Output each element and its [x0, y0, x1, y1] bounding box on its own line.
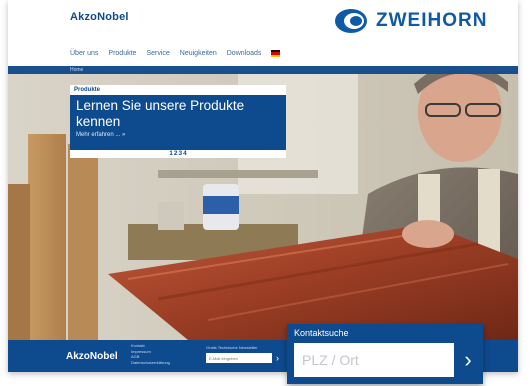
pager-page-3[interactable]: 3 [179, 150, 183, 158]
newsletter-email-input[interactable] [206, 353, 272, 363]
promo-pager: 1 2 3 4 [70, 150, 286, 158]
contact-search-title: Kontaktsuche [294, 328, 349, 338]
contact-search-panel: Kontaktsuche › [287, 324, 483, 384]
pager-page-4[interactable]: 4 [183, 150, 187, 158]
breadcrumb[interactable]: Home [70, 67, 83, 73]
contact-search-submit-arrow-icon[interactable]: › [459, 348, 477, 372]
nav-item-ueber-uns[interactable]: Über uns [70, 50, 98, 57]
breadcrumb-bar: Home [8, 66, 518, 74]
promo-box: Produkte Lernen Sie unsere Produkte kenn… [70, 85, 286, 157]
german-flag-icon[interactable] [271, 50, 281, 57]
pager-page-2[interactable]: 2 [174, 150, 178, 158]
browser-window: AkzoNobel ZWEIHORN Über uns Produkte Ser… [8, 0, 518, 372]
newsletter-submit-arrow-icon[interactable]: › [276, 353, 282, 363]
nav-item-produkte[interactable]: Produkte [108, 50, 136, 57]
promo-tab[interactable]: Produkte [70, 85, 286, 95]
footer-links: Kontakt Impressum AGB Datenschutzerkläru… [131, 343, 170, 365]
footer-akzonobel-logo[interactable]: AkzoNobel [66, 351, 118, 362]
postcode-city-input[interactable] [294, 343, 454, 377]
zweihorn-wordmark: ZWEIHORN [376, 10, 488, 31]
nav-item-neuigkeiten[interactable]: Neuigkeiten [180, 50, 217, 57]
zweihorn-logo[interactable]: ZWEIHORN [334, 6, 487, 36]
nav-item-downloads[interactable]: Downloads [227, 50, 262, 57]
newsletter-label: Gratis Technische Newsletter [206, 345, 258, 350]
promo-title: Lernen Sie unsere Produkte kennen [76, 98, 245, 129]
zweihorn-emblem-icon [335, 9, 367, 33]
site-header: AkzoNobel ZWEIHORN Über uns Produkte Ser… [8, 0, 518, 66]
footer-link-datenschutz[interactable]: Datenschutzerklärung [131, 360, 170, 366]
pager-page-1[interactable]: 1 [169, 150, 173, 158]
promo-more-link[interactable]: Mehr erfahren ... » [76, 132, 125, 138]
akzonobel-logo[interactable]: AkzoNobel [70, 11, 129, 23]
nav-item-service[interactable]: Service [146, 50, 169, 57]
main-nav: Über uns Produkte Service Neuigkeiten Do… [70, 50, 281, 57]
